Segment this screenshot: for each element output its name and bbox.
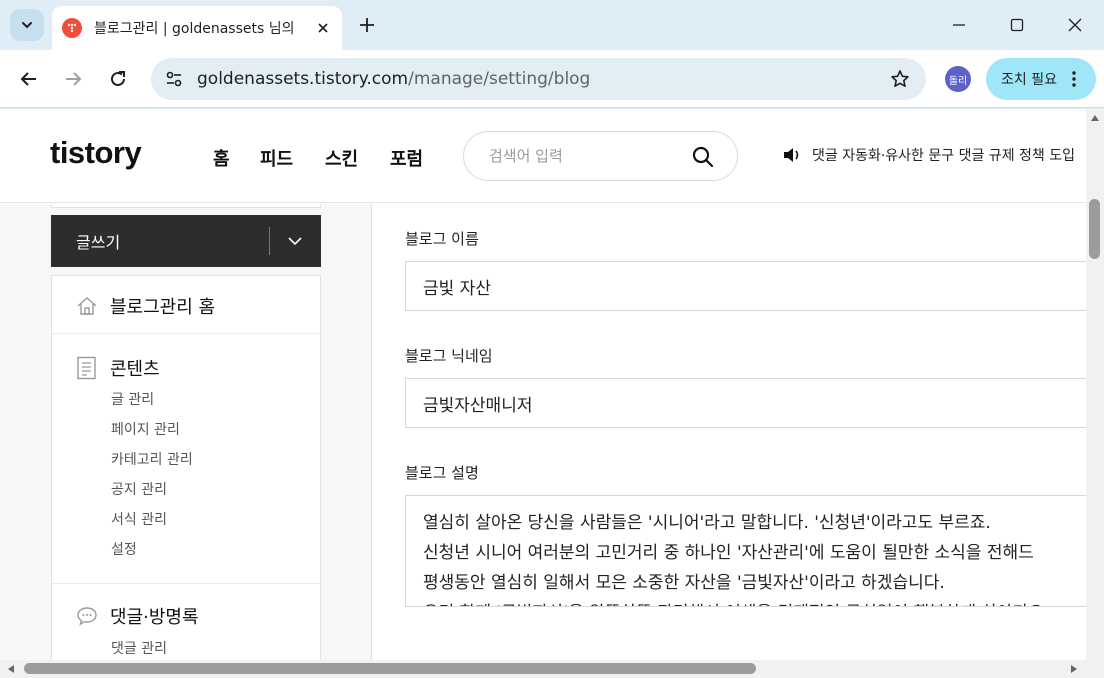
search-input[interactable] [489, 147, 679, 165]
nav-skin[interactable]: 스킨 [325, 145, 358, 171]
blog-description-field[interactable]: 열심히 살아온 당신을 사람들은 '시니어'라고 말합니다. '신청년'이라고도… [405, 495, 1104, 607]
speaker-icon [784, 148, 799, 162]
scroll-up-icon[interactable] [1090, 113, 1100, 123]
document-icon [77, 356, 96, 380]
divider [52, 583, 320, 584]
sidebar-item-home[interactable]: 블로그관리 홈 [76, 293, 215, 319]
search-icon[interactable] [691, 145, 715, 169]
minimize-icon[interactable] [944, 10, 974, 40]
tab-title: 블로그관리 | goldenassets 님의 [94, 21, 295, 37]
write-button-divider [269, 227, 270, 255]
blog-nickname-label: 블로그 닉네임 [405, 347, 493, 365]
tistory-logo[interactable]: tistory [50, 135, 142, 171]
back-icon[interactable] [14, 64, 44, 94]
site-info-icon[interactable] [161, 66, 187, 92]
chevron-down-icon[interactable] [285, 231, 305, 251]
nav-home[interactable]: 홈 [213, 145, 230, 171]
sidebar-item-contents[interactable]: 콘텐츠 [76, 355, 160, 381]
sidebar-subitem-settings[interactable]: 설정 [111, 539, 137, 559]
write-button-label: 글쓰기 [76, 233, 121, 252]
divider [52, 333, 320, 334]
notice-text: 댓글 자동화·유사한 문구 댓글 규제 정책 도입 [812, 148, 1075, 164]
blog-nickname-field[interactable]: 금빛자산매니저 [405, 378, 1104, 428]
write-button[interactable]: 글쓰기 [51, 215, 321, 267]
site-search [463, 131, 738, 181]
description-line: 우리 함께 '금빛자산'을 알뜰살뜰 관리해서 여생을 경제적인 근심없이 행복… [423, 598, 1104, 606]
sidebar-subitem-comment-manage[interactable]: 댓글 관리 [111, 638, 167, 658]
blog-name-label: 블로그 이름 [405, 230, 479, 248]
browser-tabstrip: 블로그관리 | goldenassets 님의 [0, 0, 1104, 50]
blog-description-label: 블로그 설명 [405, 464, 479, 482]
url-path: /manage/setting/blog [408, 69, 591, 89]
address-bar[interactable]: goldenassets.tistory.com/manage/setting/… [151, 58, 926, 100]
forward-icon[interactable] [58, 64, 88, 94]
nav-forum[interactable]: 포럼 [390, 145, 423, 171]
kebab-icon[interactable] [1064, 69, 1084, 89]
url-host: goldenassets.tistory.com [197, 69, 409, 89]
site-header: tistory 홈 피드 스킨 포럼 댓글 자동화·유사한 문구 댓글 규제 정… [0, 109, 1086, 203]
sidebar-item-label: 콘텐츠 [110, 359, 160, 380]
browser-tab[interactable]: 블로그관리 | goldenassets 님의 [52, 6, 342, 50]
reload-icon[interactable] [103, 64, 133, 94]
sidebar-item-comments[interactable]: 댓글·방명록 [76, 603, 199, 629]
sidebar-item-label: 댓글·방명록 [110, 607, 199, 628]
sidebar-subitem-notices[interactable]: 공지 관리 [111, 479, 167, 499]
sidebar-item-label: 블로그관리 홈 [110, 297, 216, 318]
sidebar-subitem-posts[interactable]: 글 관리 [111, 389, 154, 409]
sidebar-top-box [51, 204, 321, 208]
url-text: goldenassets.tistory.com/manage/setting/… [197, 69, 590, 89]
nav-feed[interactable]: 피드 [260, 145, 293, 171]
description-line: 열심히 살아온 당신을 사람들은 '시니어'라고 말합니다. '신청년'이라고도… [423, 513, 991, 533]
close-icon[interactable] [314, 19, 332, 37]
close-window-icon[interactable] [1060, 10, 1090, 40]
sidebar-subitem-categories[interactable]: 카테고리 관리 [111, 449, 193, 469]
sidebar-subitem-templates[interactable]: 서식 관리 [111, 509, 167, 529]
sidebar-menu: 블로그관리 홈 콘텐츠 글 관리 페이지 관리 카테고리 관리 공지 관리 서식… [51, 275, 321, 678]
profile-avatar[interactable]: 돌리 [945, 66, 971, 92]
sidebar-subitem-pages[interactable]: 페이지 관리 [111, 419, 180, 439]
scroll-left-icon[interactable] [6, 664, 16, 674]
description-line: 평생동안 열심히 일해서 모은 소중한 자산을 '금빛자산'이라고 하겠습니다. [423, 573, 945, 593]
maximize-icon[interactable] [1002, 10, 1032, 40]
vertical-scroll-thumb[interactable] [1089, 199, 1100, 259]
blog-name-field[interactable]: 금빛 자산 [405, 261, 1104, 311]
page-viewport: tistory 홈 피드 스킨 포럼 댓글 자동화·유사한 문구 댓글 규제 정… [0, 109, 1104, 678]
vertical-scrollbar[interactable] [1086, 109, 1104, 678]
notice-banner[interactable]: 댓글 자동화·유사한 문구 댓글 규제 정책 도입 [782, 145, 1075, 165]
blog-settings-form: 블로그 이름 금빛 자산 블로그 닉네임 금빛자산매니저 블로그 설명 열심히 … [373, 204, 1104, 678]
browser-toolbar: goldenassets.tistory.com/manage/setting/… [0, 50, 1104, 108]
horizontal-scroll-thumb[interactable] [24, 663, 756, 674]
action-needed-button[interactable]: 조치 필요 [986, 58, 1096, 100]
scroll-right-icon[interactable] [1069, 664, 1079, 674]
comment-icon [77, 607, 97, 626]
home-icon [77, 297, 97, 315]
star-icon[interactable] [888, 67, 912, 91]
description-line: 신청년 시니어 여러분의 고민거리 중 하나인 '자산관리'에 도움이 될만한 … [423, 543, 1034, 563]
tistory-favicon-icon [62, 18, 82, 38]
action-needed-label: 조치 필요 [1001, 72, 1057, 88]
plus-icon[interactable] [354, 12, 380, 38]
tab-search-icon[interactable] [10, 9, 44, 41]
